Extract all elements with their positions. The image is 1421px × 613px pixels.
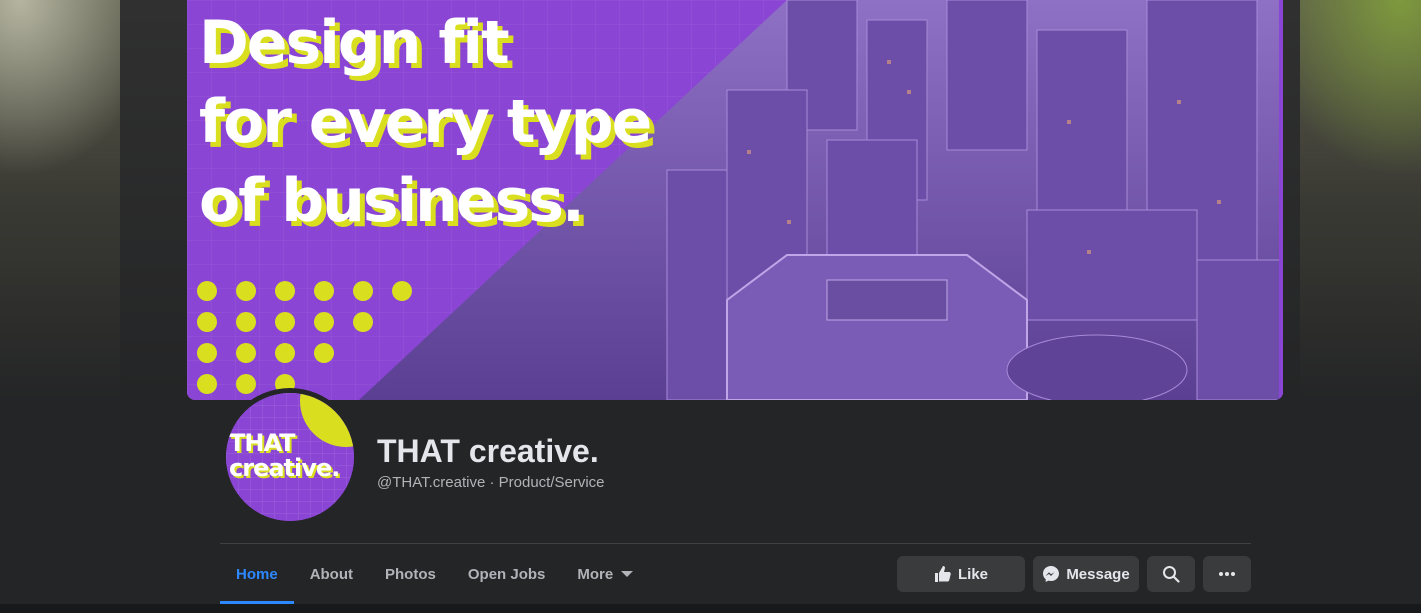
round-building	[1006, 334, 1188, 400]
ellipsis-icon	[1219, 572, 1235, 576]
rooftop-structure	[826, 279, 948, 321]
page-handle-category: @THAT.creative · Product/Service	[377, 474, 605, 491]
messenger-icon	[1042, 565, 1060, 583]
tab-label: Photos	[385, 565, 436, 583]
message-button[interactable]: Message	[1033, 556, 1139, 592]
tab-label: Home	[236, 565, 278, 583]
profile-picture[interactable]: THAT creative.	[221, 388, 359, 526]
tab-open-jobs[interactable]: Open Jobs	[452, 544, 562, 604]
like-button[interactable]: Like	[897, 556, 1025, 592]
page-title: THAT creative.	[377, 433, 599, 469]
more-options-button[interactable]	[1203, 556, 1251, 592]
search-button[interactable]	[1147, 556, 1195, 592]
tab-about[interactable]: About	[294, 544, 369, 604]
tab-more[interactable]: More	[561, 544, 649, 604]
cover-right-edge	[1279, 0, 1283, 400]
headline-line: for every type	[199, 87, 652, 157]
headline-line: Design fit	[199, 8, 510, 78]
content-area-top	[0, 604, 1421, 613]
logo-line: THAT	[229, 429, 296, 457]
tab-label: Open Jobs	[467, 565, 546, 583]
tab-label: More	[577, 565, 614, 583]
like-label: Like	[957, 565, 988, 583]
caret-down-icon	[621, 571, 634, 577]
logo-line: creative.	[229, 454, 340, 482]
headline-line: of business.	[199, 166, 585, 236]
logo-text: THAT creative.	[229, 429, 340, 482]
message-label: Message	[1066, 565, 1130, 583]
search-icon	[1162, 565, 1180, 583]
cover-headline: Design fit for every type of business.	[199, 4, 652, 241]
cover-photo[interactable]: Design fit for every type of business.	[187, 0, 1283, 400]
profile-logo: THAT creative.	[226, 393, 354, 521]
facebook-page: Design fit for every type of business. T…	[0, 0, 1421, 613]
tab-photos[interactable]: Photos	[369, 544, 452, 604]
thumbs-up-icon	[934, 565, 952, 583]
page-tabs: Home About Photos Open Jobs More	[220, 544, 649, 604]
tab-home[interactable]: Home	[220, 544, 294, 604]
tab-label: About	[309, 565, 354, 583]
rooftop-building	[726, 254, 1028, 400]
